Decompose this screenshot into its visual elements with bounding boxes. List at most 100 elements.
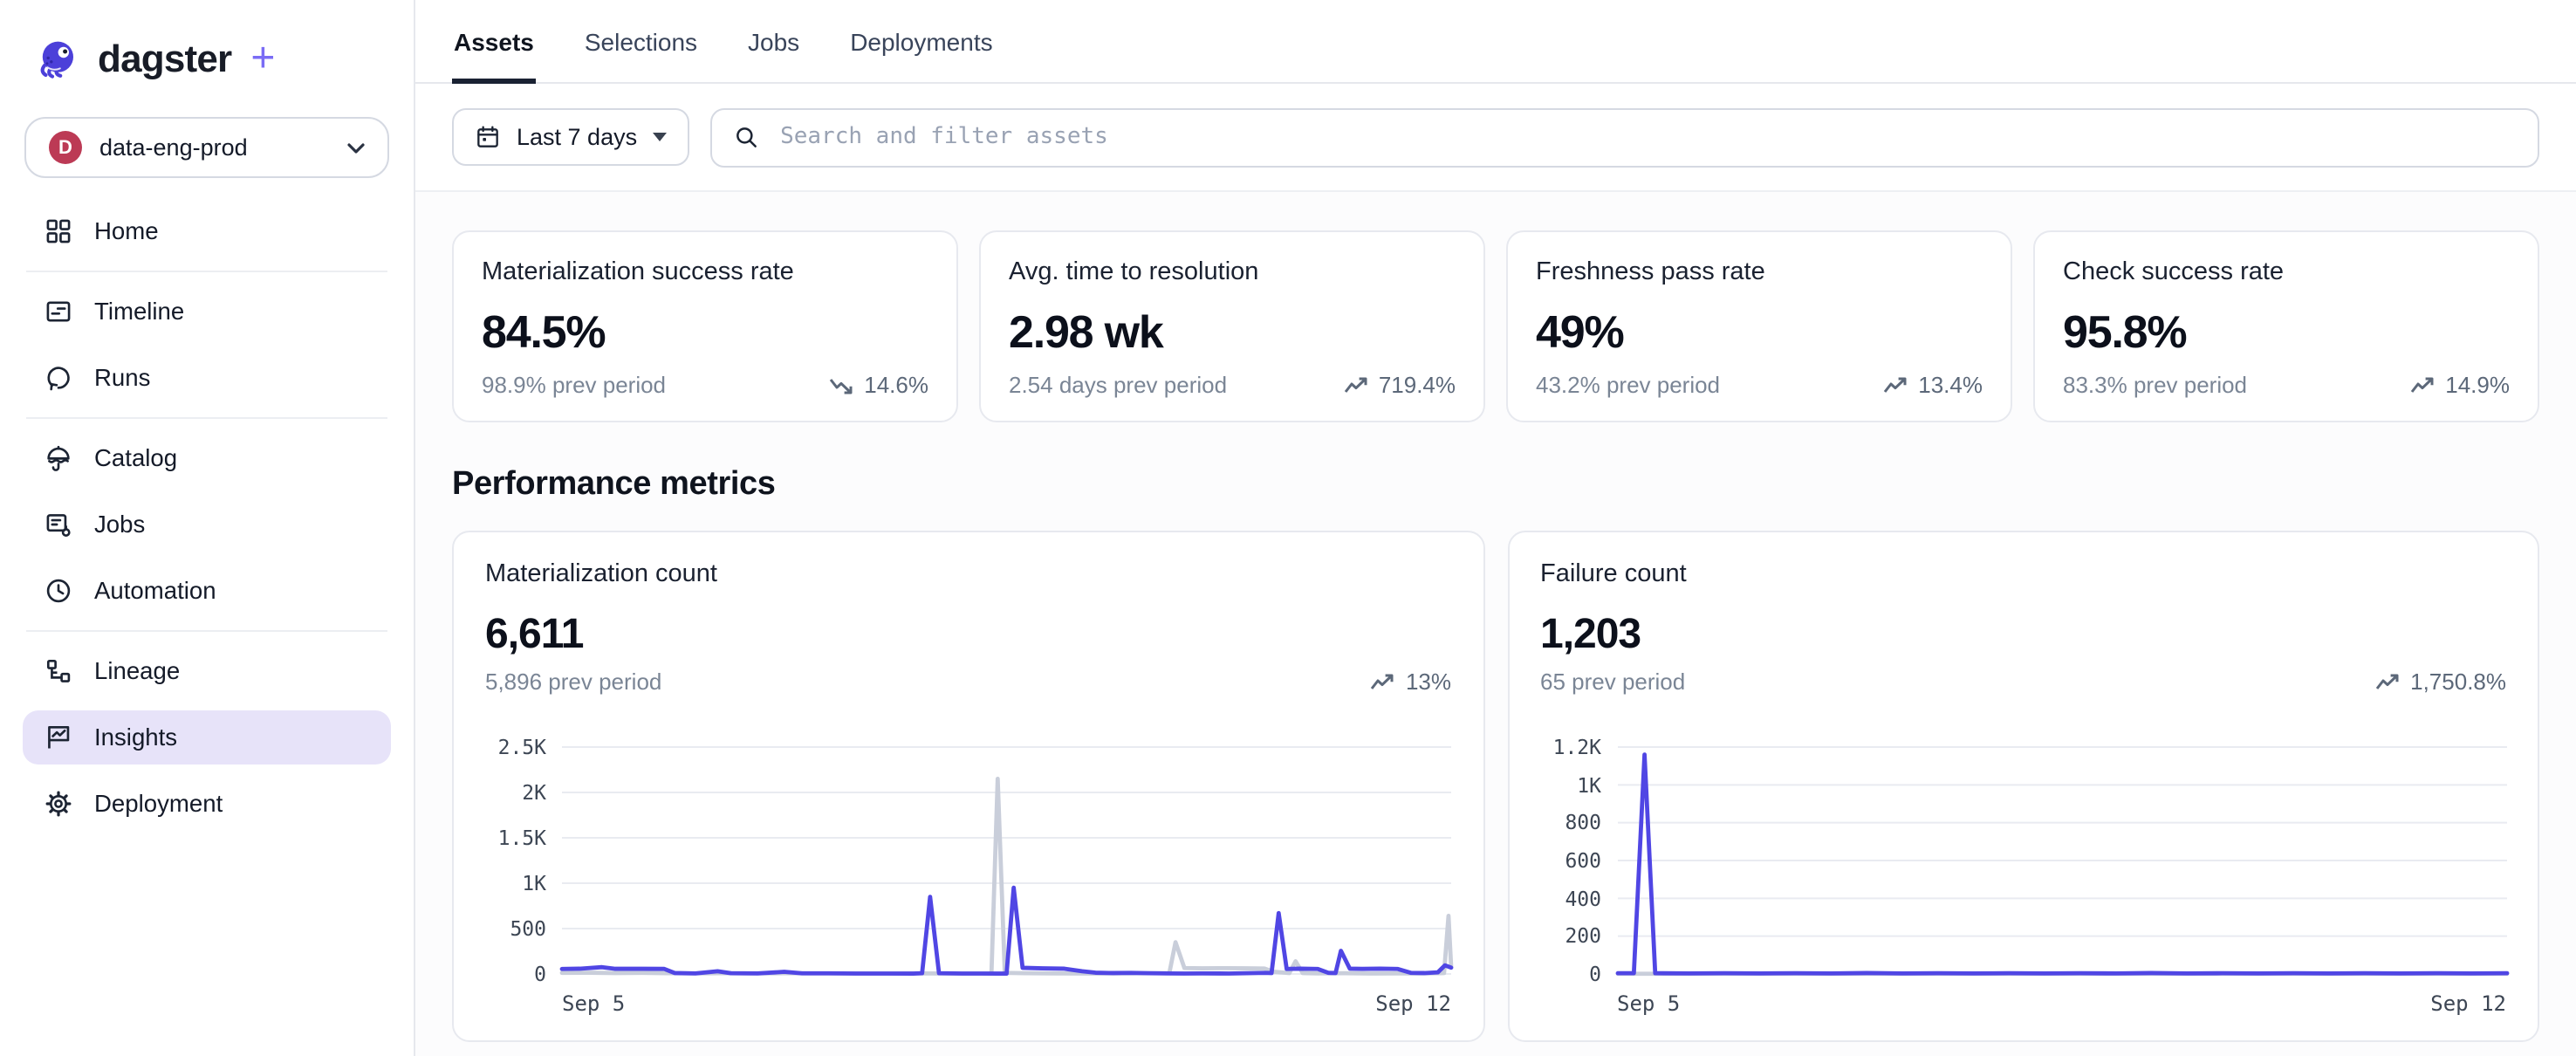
sidebar-item-timeline[interactable]: Timeline: [23, 285, 391, 339]
line-chart: 05001K1.5K2K2.5K: [485, 747, 1451, 974]
tab-assets[interactable]: Assets: [452, 0, 536, 82]
chart-prev-period: 5,896 prev period: [485, 669, 661, 695]
sidebar-item-label: Lineage: [94, 658, 180, 684]
x-axis-start-label: Sep 5: [1617, 991, 1680, 1016]
sidebar-item-runs[interactable]: Runs: [23, 351, 391, 405]
chart-plot-area: [562, 747, 1451, 974]
brand-wordmark: dagster: [98, 37, 231, 82]
runs-icon: [44, 363, 73, 393]
sidebar-item-label: Runs: [94, 365, 150, 391]
card-title: Check success rate: [2063, 258, 2510, 286]
calendar-icon: [475, 124, 501, 150]
card-prev-period: 43.2% prev period: [1536, 372, 1720, 398]
card-delta: 719.4%: [1344, 372, 1456, 398]
filter-bar: Last 7 days: [415, 84, 2576, 192]
chart-card-materialization-count: Materialization count 6,611 5,896 prev p…: [452, 531, 1484, 1042]
card-title: Avg. time to resolution: [1009, 258, 1456, 286]
card-prev-period: 83.3% prev period: [2063, 372, 2247, 398]
search-box: [710, 107, 2539, 167]
card-delta-value: 719.4%: [1379, 372, 1456, 398]
sidebar-divider: [26, 271, 387, 272]
date-range-label: Last 7 days: [517, 124, 637, 150]
x-axis-labels: Sep 5 Sep 12: [562, 991, 1451, 1016]
date-range-button[interactable]: Last 7 days: [452, 108, 689, 166]
card-delta-value: 14.6%: [864, 372, 928, 398]
y-axis-labels: 02004006008001K1.2K: [1540, 747, 1617, 974]
sidebar-item-label: Automation: [94, 578, 216, 604]
grid-icon: [44, 216, 73, 246]
card-avg-time-to-resolution: Avg. time to resolution 2.98 wk 2.54 day…: [979, 230, 1485, 422]
deployment-avatar: D: [49, 131, 82, 164]
card-freshness-pass-rate: Freshness pass rate 49% 43.2% prev perio…: [1506, 230, 2012, 422]
card-value: 2.98 wk: [1009, 305, 1456, 360]
charts-row: Materialization count 6,611 5,896 prev p…: [452, 531, 2539, 1056]
catalog-icon: [44, 443, 73, 473]
card-value: 84.5%: [482, 305, 928, 360]
sidebar-item-insights[interactable]: Insights: [23, 710, 391, 765]
caret-down-icon: [653, 133, 667, 141]
main-panel: Assets Selections Jobs Deployments Last …: [415, 0, 2576, 1056]
chart-title: Materialization count: [485, 560, 1451, 588]
timeline-icon: [44, 297, 73, 326]
chart-plot-area: [1617, 747, 2506, 974]
sidebar-item-automation[interactable]: Automation: [23, 564, 391, 618]
card-materialization-success-rate: Materialization success rate 84.5% 98.9%…: [452, 230, 958, 422]
search-input[interactable]: [777, 122, 2517, 152]
gear-icon: [44, 789, 73, 819]
line-chart: 02004006008001K1.2K: [1540, 747, 2506, 974]
chart-title: Failure count: [1540, 560, 2506, 588]
chart-delta-value: 13%: [1406, 669, 1451, 695]
card-delta-value: 13.4%: [1918, 372, 1983, 398]
x-axis-end-label: Sep 12: [2430, 991, 2506, 1016]
x-axis-labels: Sep 5 Sep 12: [1617, 991, 2506, 1016]
tab-jobs[interactable]: Jobs: [746, 0, 801, 82]
chart-delta: 13%: [1371, 669, 1451, 695]
card-title: Materialization success rate: [482, 258, 928, 286]
tab-deployments[interactable]: Deployments: [848, 0, 994, 82]
card-title: Freshness pass rate: [1536, 258, 1983, 286]
tab-selections[interactable]: Selections: [583, 0, 699, 82]
sidebar-item-catalog[interactable]: Catalog: [23, 431, 391, 485]
summary-cards-row: Materialization success rate 84.5% 98.9%…: [452, 230, 2539, 422]
sidebar-item-lineage[interactable]: Lineage: [23, 644, 391, 698]
card-check-success-rate: Check success rate 95.8% 83.3% prev peri…: [2033, 230, 2539, 422]
sidebar-item-label: Timeline: [94, 298, 184, 325]
insights-icon: [44, 723, 73, 752]
app-window: dagster + D data-eng-prod Home: [0, 0, 2576, 1056]
trending-down-icon: [829, 376, 853, 394]
deployment-switcher[interactable]: D data-eng-prod: [24, 117, 389, 178]
jobs-icon: [44, 510, 73, 539]
brand-logo[interactable]: dagster +: [0, 28, 414, 84]
sidebar-divider: [26, 630, 387, 632]
card-prev-period: 98.9% prev period: [482, 372, 666, 398]
chevron-down-icon: [347, 142, 365, 153]
sidebar-item-label: Deployment: [94, 791, 223, 817]
chart-delta: 1,750.8%: [2375, 669, 2506, 695]
sidebar-item-jobs[interactable]: Jobs: [23, 497, 391, 552]
dagster-octopus-icon: [35, 36, 82, 83]
trending-up-icon: [1344, 376, 1368, 394]
brand-plus-badge: +: [250, 35, 275, 84]
sidebar-item-deployment[interactable]: Deployment: [23, 777, 391, 831]
search-icon: [733, 124, 759, 150]
lineage-icon: [44, 656, 73, 686]
card-delta: 14.6%: [829, 372, 928, 398]
sidebar-item-label: Insights: [94, 724, 177, 751]
clock-icon: [44, 576, 73, 606]
top-tabbar: Assets Selections Jobs Deployments: [415, 0, 2576, 84]
content-area: Materialization success rate 84.5% 98.9%…: [415, 192, 2576, 1056]
sidebar-item-home[interactable]: Home: [23, 204, 391, 258]
card-delta: 13.4%: [1883, 372, 1983, 398]
chart-prev-period: 65 prev period: [1540, 669, 1685, 695]
x-axis-start-label: Sep 5: [562, 991, 625, 1016]
card-delta: 14.9%: [2410, 372, 2510, 398]
deployment-name: data-eng-prod: [99, 134, 330, 161]
chart-delta-value: 1,750.8%: [2410, 669, 2506, 695]
sidebar-item-label: Catalog: [94, 445, 177, 471]
card-delta-value: 14.9%: [2445, 372, 2510, 398]
trending-up-icon: [2375, 673, 2400, 690]
card-prev-period: 2.54 days prev period: [1009, 372, 1227, 398]
chart-card-failure-count: Failure count 1,203 65 prev period 1,750…: [1507, 531, 2539, 1042]
section-title: Performance metrics: [452, 466, 2539, 504]
sidebar-item-label: Jobs: [94, 511, 145, 538]
